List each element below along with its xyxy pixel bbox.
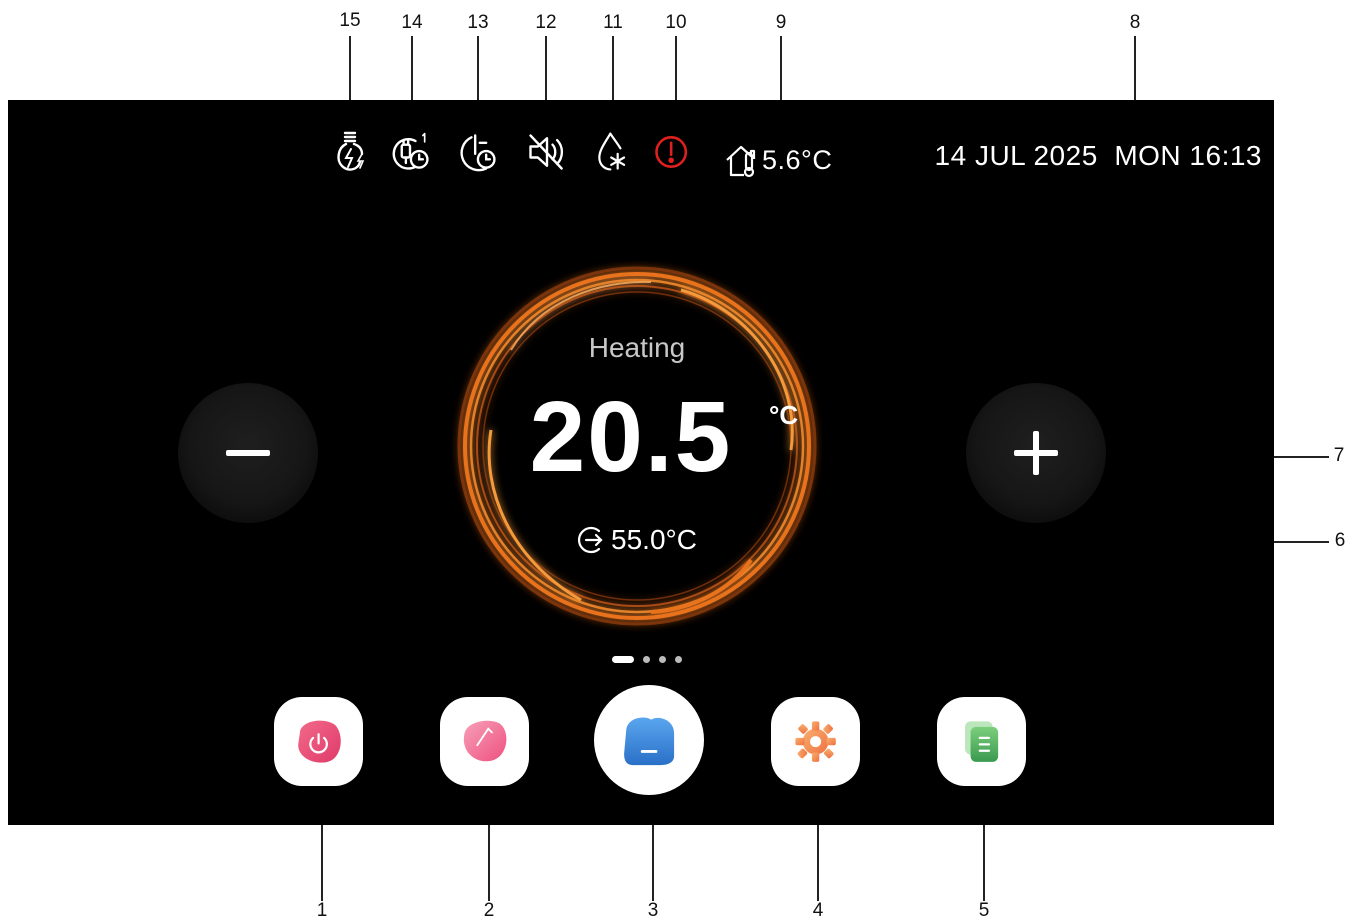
callout-line-9 bbox=[780, 36, 782, 100]
page-dot-2[interactable] bbox=[643, 656, 650, 663]
callout-6: 6 bbox=[1334, 530, 1346, 551]
increase-button[interactable] bbox=[966, 383, 1106, 523]
callout-line-2 bbox=[488, 825, 490, 901]
callout-8: 8 bbox=[1129, 12, 1141, 33]
minus-icon bbox=[226, 450, 270, 456]
page-dot-3[interactable] bbox=[659, 656, 666, 663]
page-indicator[interactable] bbox=[612, 656, 682, 663]
outdoor-temp-value: 5.6°C bbox=[762, 144, 833, 175]
callout-line-1 bbox=[321, 825, 323, 901]
electric-heater-icon bbox=[330, 128, 374, 176]
callout-line-6 bbox=[1274, 541, 1329, 543]
outdoor-temperature: 5.6°C bbox=[724, 140, 832, 180]
home-icon bbox=[623, 717, 675, 766]
callout-7: 7 bbox=[1333, 445, 1345, 466]
timer-1-icon bbox=[388, 128, 432, 176]
callout-10: 10 bbox=[665, 12, 687, 33]
callout-line-8 bbox=[1134, 36, 1136, 100]
settings-button[interactable] bbox=[771, 697, 860, 786]
callout-15: 15 bbox=[339, 10, 361, 31]
water-temp-value: 55.0°C bbox=[611, 524, 697, 555]
defrost-icon bbox=[592, 128, 636, 176]
power-button[interactable] bbox=[274, 697, 363, 786]
callout-9: 9 bbox=[775, 12, 787, 33]
callout-4: 4 bbox=[812, 900, 824, 921]
callout-line-3 bbox=[652, 825, 654, 901]
decrease-button[interactable] bbox=[178, 383, 318, 523]
menu-button[interactable] bbox=[937, 697, 1026, 786]
night-schedule-icon bbox=[455, 128, 499, 176]
callout-line-13 bbox=[477, 36, 479, 100]
mute-icon bbox=[525, 128, 569, 176]
callout-line-15 bbox=[349, 36, 351, 100]
callout-14: 14 bbox=[401, 12, 423, 33]
gear-icon bbox=[795, 721, 836, 762]
mode-button[interactable] bbox=[440, 697, 529, 786]
power-icon bbox=[298, 720, 341, 763]
callout-line-14 bbox=[411, 36, 413, 100]
list-icon bbox=[964, 721, 999, 762]
callout-13: 13 bbox=[467, 12, 489, 33]
callout-line-7 bbox=[1274, 456, 1329, 458]
callout-line-11 bbox=[612, 36, 614, 100]
callout-1: 1 bbox=[316, 900, 328, 921]
mode-icon bbox=[463, 720, 507, 762]
page-dot-1[interactable] bbox=[612, 656, 634, 663]
callout-12: 12 bbox=[535, 12, 557, 33]
callout-line-12 bbox=[545, 36, 547, 100]
thermostat-dial[interactable]: Heating 20.5 °C 55.0°C bbox=[451, 260, 823, 632]
water-outlet-icon bbox=[578, 526, 603, 554]
date-time: 14 JUL 2025 MON 16:13 bbox=[934, 140, 1262, 171]
manual-figure: 15 14 13 12 11 10 9 8 7 6 1 2 3 4 5 5.6°… bbox=[0, 0, 1349, 924]
home-button[interactable] bbox=[594, 685, 704, 795]
callout-11: 11 bbox=[603, 12, 623, 33]
setpoint-temperature: 20.5 bbox=[529, 381, 733, 493]
callout-line-5 bbox=[983, 825, 985, 901]
water-temperature: 55.0°C bbox=[451, 524, 823, 556]
controller-screen: 5.6°C 14 JUL 2025 MON 16:13 Heating 20.5… bbox=[8, 100, 1274, 825]
callout-5: 5 bbox=[978, 900, 990, 921]
callout-3: 3 bbox=[647, 900, 659, 921]
mode-label: Heating bbox=[588, 332, 686, 363]
callout-2: 2 bbox=[483, 900, 495, 921]
alarm-icon bbox=[651, 128, 695, 176]
callout-line-4 bbox=[817, 825, 819, 901]
callout-line-10 bbox=[675, 36, 677, 100]
setpoint-unit: °C bbox=[769, 400, 799, 430]
page-dot-4[interactable] bbox=[675, 656, 682, 663]
outdoor-house-icon bbox=[726, 145, 756, 178]
plus-icon bbox=[1014, 431, 1058, 475]
